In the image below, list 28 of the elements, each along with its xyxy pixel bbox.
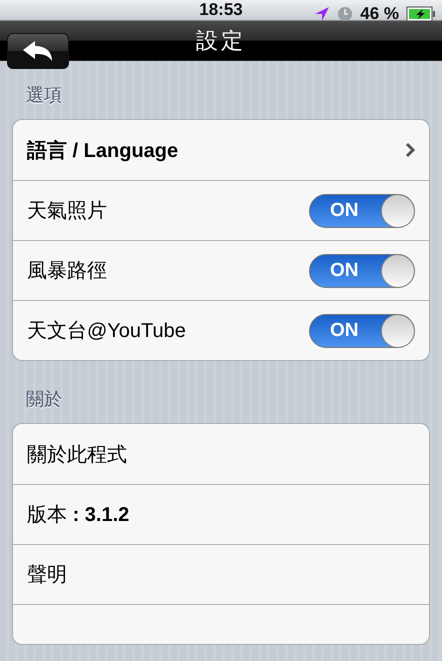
back-button[interactable] [7,33,69,69]
row-label: 風暴路徑 [27,259,108,284]
row-label: 天氣照片 [27,199,108,224]
screen-title: 設定 [196,26,246,54]
section-header: 關於 [25,388,63,411]
settings-row[interactable]: 風暴路徑 ON [13,240,429,300]
section-header: 選項 [25,84,63,107]
settings-row[interactable]: 語言 / Language [13,120,429,180]
clock-icon [337,6,354,22]
battery-charging-icon [406,6,436,22]
row-label: 關於此程式 [27,442,128,468]
row-label: 語言 / Language [27,138,180,164]
settings-row[interactable]: 聲明 [13,544,429,604]
row-label: 天文台@YouTube [27,319,187,344]
toggle-switch[interactable]: ON [309,254,415,288]
row-label: 聲明 [27,563,68,588]
chevron-icon [405,142,415,158]
settings-row[interactable]: 天文台@YouTube ON [13,300,429,360]
toggle-switch[interactable]: ON [309,194,415,228]
status-time: 18:53 [199,0,243,20]
settings-row[interactable]: 關於此程式 [13,424,429,484]
row-label: 版本 : 3.1.2 [27,503,130,528]
toggle-switch[interactable]: ON [309,314,415,348]
battery-percent: 46 % [360,4,399,24]
location-arrow-icon [314,6,330,22]
settings-row[interactable]: 版本 : 3.1.2 [13,484,429,544]
back-arrow-icon [21,40,55,62]
settings-row[interactable]: 天氣照片 ON [13,180,429,240]
